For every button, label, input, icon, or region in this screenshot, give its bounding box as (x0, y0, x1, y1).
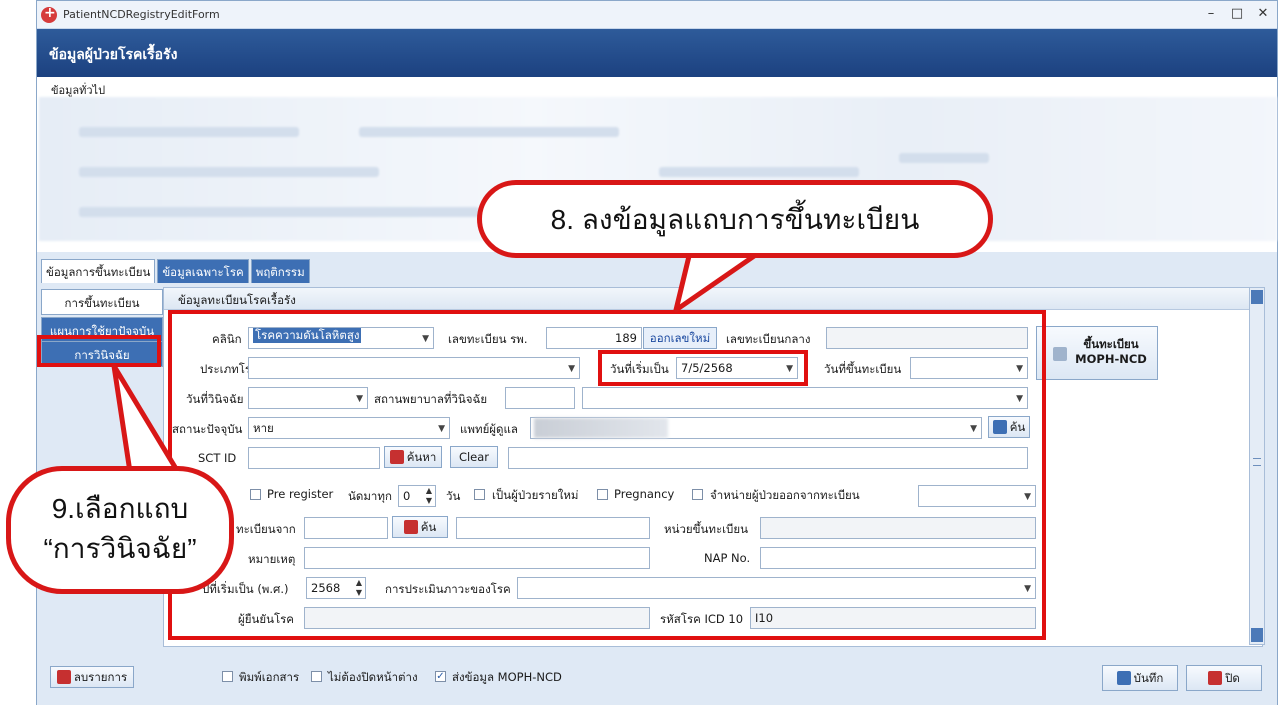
scroll-grip-icon[interactable] (1253, 458, 1261, 466)
save-label: บันทึก (1133, 671, 1164, 685)
tab-behavior[interactable]: พฤติกรรม (250, 259, 310, 283)
page-title: ข้อมูลผู้ป่วยโรคเรื้อรัง (49, 47, 178, 63)
close-window-button[interactable]: ✕ (1255, 5, 1271, 23)
main-tabs: ข้อมูลการขึ้นทะเบียน ข้อมูลเฉพาะโรค พฤติ… (41, 259, 310, 283)
register-moph-button[interactable]: ขึ้นทะเบียน MOPH-NCD (1036, 326, 1158, 380)
callout-step-8: 8. ลงข้อมูลแถบการขึ้นทะเบียน (477, 180, 993, 258)
start-date-highlight (598, 350, 808, 386)
title-bar: PatientNCDRegistryEditForm – □ ✕ (37, 1, 1277, 29)
save-button[interactable]: บันทึก (1102, 665, 1178, 691)
minimize-button[interactable]: – (1203, 5, 1219, 23)
diagnosis-tab-highlight (37, 335, 161, 367)
send-moph-checkbox[interactable]: ✓ (435, 671, 446, 682)
no-close-checkbox[interactable] (311, 671, 322, 682)
print-label: พิมพ์เอกสาร (239, 670, 300, 684)
panel-header: ข้อมูลทะเบียนโรคเรื้อรัง (164, 288, 1262, 310)
maximize-button[interactable]: □ (1229, 5, 1245, 23)
save-disk-icon (1116, 671, 1131, 685)
close-icon (1208, 671, 1223, 685)
scroll-up-icon[interactable] (1251, 290, 1263, 304)
callout-step-9: 9.เลือกแถบ “การวินิจฉัย” (6, 466, 234, 594)
delete-label: ลบรายการ (73, 670, 128, 684)
send-moph-label: ส่งข้อมูล MOPH-NCD (452, 670, 562, 684)
print-checkbox[interactable] (222, 671, 233, 682)
panel-title: ข้อมูลทะเบียนโรคเรื้อรัง (178, 293, 296, 307)
nav-item-registration[interactable]: การขึ้นทะเบียน (41, 289, 163, 315)
callout-step-9-line2: “การวินิจฉัย” (43, 533, 197, 564)
vertical-scrollbar[interactable] (1249, 287, 1265, 645)
window-title: PatientNCDRegistryEditForm (63, 8, 220, 21)
form-header: ข้อมูลผู้ป่วยโรคเรื้อรัง (37, 29, 1277, 77)
tab-registration[interactable]: ข้อมูลการขึ้นทะเบียน (41, 259, 156, 283)
no-close-label: ไม่ต้องปิดหน้าต่าง (328, 670, 418, 684)
scroll-down-icon[interactable] (1251, 628, 1263, 642)
callout-step-9-line1: 9.เลือกแถบ (51, 493, 189, 524)
document-icon (1053, 347, 1067, 361)
close-button[interactable]: ปิด (1186, 665, 1262, 691)
delete-record-button[interactable]: ลบรายการ (50, 666, 134, 688)
tab-disease-specific[interactable]: ข้อมูลเฉพาะโรค (157, 259, 249, 283)
close-label: ปิด (1225, 671, 1240, 685)
trash-icon (56, 670, 71, 684)
app-logo-icon (41, 5, 57, 23)
callout-step-8-text: 8. ลงข้อมูลแถบการขึ้นทะเบียน (550, 204, 920, 235)
